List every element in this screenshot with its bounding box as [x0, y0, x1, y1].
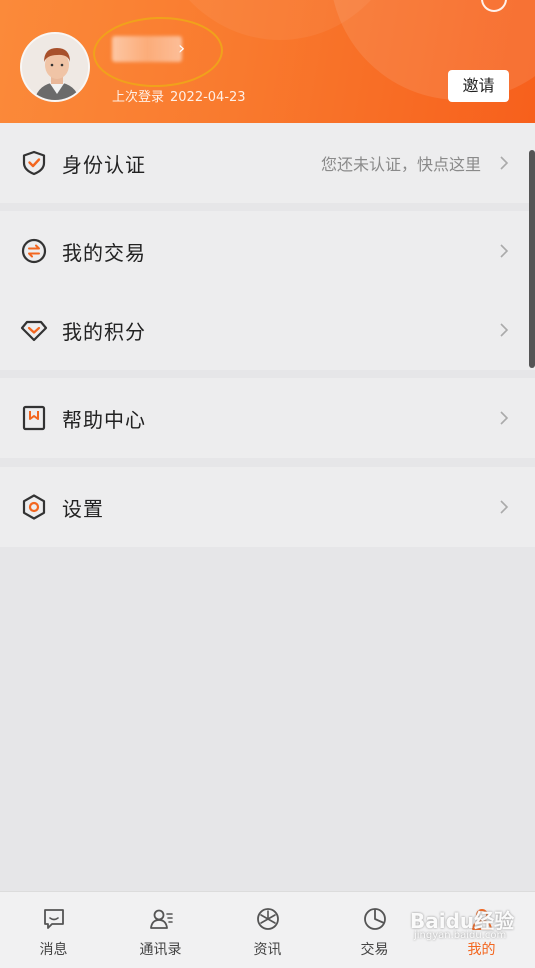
menu-row-trades[interactable]: 我的交易 — [0, 211, 535, 291]
menu-label-points: 我的积分 — [62, 319, 146, 344]
scrollbar-thumb[interactable] — [529, 150, 535, 368]
invite-button[interactable]: 邀请 — [448, 70, 509, 102]
pie-chart-icon — [363, 908, 386, 930]
tab-label-news: 资讯 — [253, 942, 282, 958]
watermark-url: jingyan.baidu.com — [414, 930, 507, 941]
book-icon — [22, 405, 46, 431]
chevron-right-icon — [500, 156, 509, 170]
tab-label-contacts: 通讯录 — [139, 942, 182, 958]
tab-label-trade: 交易 — [360, 942, 389, 958]
tab-news[interactable]: 资讯 — [214, 892, 321, 968]
exchange-icon — [21, 238, 47, 264]
menu-label-help: 帮助中心 — [62, 407, 146, 432]
user-icon — [471, 909, 492, 930]
gear-icon — [22, 494, 46, 520]
tab-messages[interactable]: 消息 — [0, 892, 107, 968]
diamond-icon — [20, 320, 48, 342]
chevron-right-icon — [500, 244, 509, 258]
menu-label-trades: 我的交易 — [62, 240, 146, 265]
contacts-icon — [149, 909, 173, 929]
tab-label-messages: 消息 — [39, 942, 68, 958]
menu-row-settings[interactable]: 设置 — [0, 467, 535, 547]
identity-hint[interactable]: 您还未认证，快点这里 — [321, 151, 481, 175]
chevron-right-icon — [500, 500, 509, 514]
last-login-label: 上次登录 — [112, 90, 165, 105]
menu-row-identity[interactable]: 身份认证 您还未认证，快点这里 — [0, 123, 535, 203]
menu-row-points[interactable]: 我的积分 — [0, 290, 535, 370]
last-login-info: 上次登录 2022-04-23 — [112, 86, 246, 105]
tab-contacts[interactable]: 通讯录 — [107, 892, 214, 968]
message-icon — [43, 909, 64, 929]
annotation-ellipse — [91, 14, 225, 90]
avatar[interactable] — [20, 32, 90, 102]
news-icon — [256, 908, 279, 930]
profile-header: › 上次登录 2022-04-23 邀请 — [0, 0, 535, 123]
shield-check-icon — [22, 150, 46, 176]
last-login-date: 2022-04-23 — [170, 90, 246, 105]
menu-row-help[interactable]: 帮助中心 — [0, 378, 535, 458]
menu-label-settings: 设置 — [62, 496, 104, 521]
chevron-right-icon — [500, 323, 509, 337]
tab-trade[interactable]: 交易 — [321, 892, 428, 968]
chevron-right-icon — [500, 411, 509, 425]
menu-label-identity: 身份认证 — [62, 152, 146, 177]
tab-label-mine: 我的 — [467, 942, 496, 958]
